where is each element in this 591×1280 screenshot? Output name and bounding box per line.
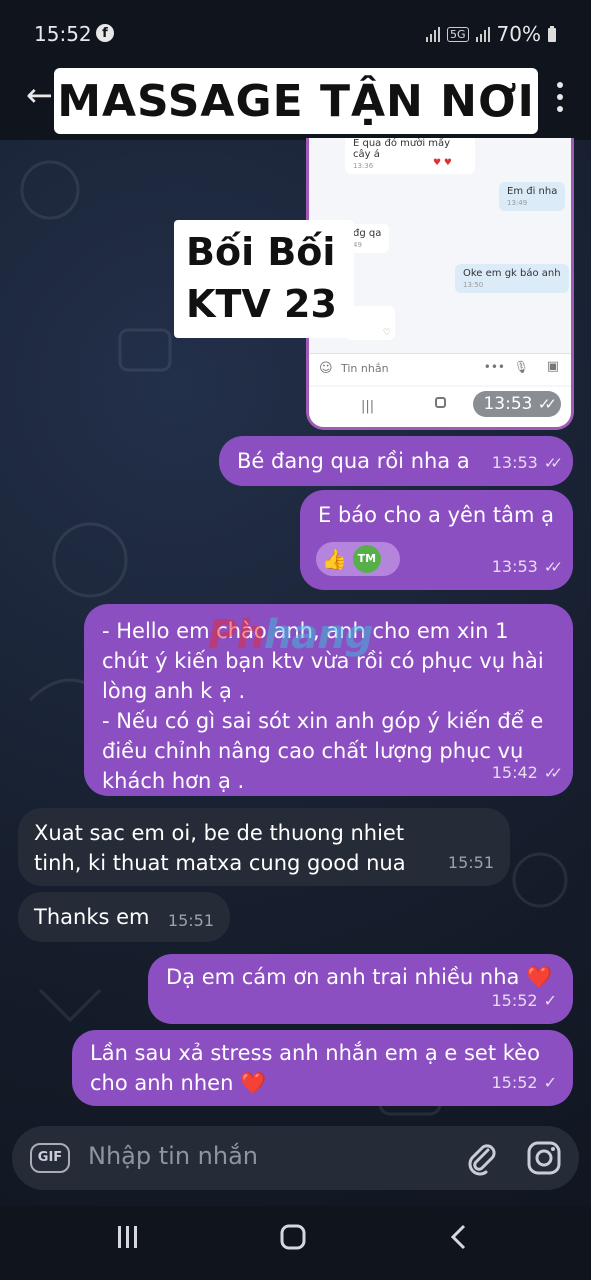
system-nav-bar [0, 1206, 591, 1280]
shot-home-icon [435, 397, 446, 408]
heart-reactions: ♥ ♥ [433, 158, 452, 168]
status-indicators: 5G 70% [425, 22, 557, 46]
message-outgoing[interactable]: Bé đang qua rồi nha a 13:53 ✓✓ [219, 436, 573, 486]
sent-tick-icon: ✓ [543, 1073, 557, 1092]
reaction-bar[interactable]: 👍 TM [316, 542, 400, 576]
message-outgoing[interactable]: E báo cho a yên tâm ạ 👍 TM 13:53 ✓✓ [300, 490, 573, 590]
signal-icon-2 [475, 27, 490, 42]
chat-header: ← MASSAGE TẬN NƠI [0, 68, 591, 140]
attach-icon[interactable] [464, 1140, 498, 1176]
read-ticks-icon: ✓✓ [543, 454, 563, 472]
back-icon[interactable] [450, 1224, 468, 1250]
message-outgoing[interactable]: Dạ em cám ơn anh trai nhiều nha ❤️ 15:52… [148, 954, 573, 1024]
gif-button[interactable]: GIF [30, 1143, 70, 1173]
message-incoming[interactable]: Xuat sac em oi, be de thuong nhiet tinh,… [18, 808, 510, 886]
reactor-avatar: TM [352, 545, 381, 573]
home-icon[interactable] [280, 1224, 306, 1250]
title-overlay: MASSAGE TẬN NƠI [54, 68, 538, 134]
shot-mic-icon: 🎙 [513, 360, 529, 374]
shot-input: ☺ Tin nhắn ••• 🎙 ▣ [309, 353, 571, 385]
shot-emoji-icon: ☺ [319, 361, 333, 376]
battery-icon [548, 26, 556, 42]
shot-recents-icon: ||| [361, 399, 375, 414]
network-label: 5G [447, 26, 469, 42]
shot-message: Oke em gk báo anh 13:50 [455, 264, 569, 293]
shot-more-icon: ••• [483, 360, 505, 374]
read-ticks-icon: ✓✓ [543, 764, 563, 782]
page-title: MASSAGE TẬN NƠI [57, 75, 535, 127]
message-input-bar: GIF Nhập tin nhắn [12, 1126, 579, 1190]
message-incoming[interactable]: Thanks em 15:51 [18, 892, 230, 942]
shot-message: Em đi nha 13:49 [499, 182, 566, 211]
status-time: 15:52 [34, 22, 92, 46]
thumbs-up-icon: 👍 [322, 547, 347, 571]
read-ticks-icon: ✓✓ [543, 558, 563, 576]
more-icon[interactable] [557, 82, 565, 112]
battery-level: 70% [496, 22, 541, 46]
watermark: Phhang [208, 612, 373, 658]
shot-message: E qua đó mười mấy cây á 13:36 [345, 138, 475, 174]
ktv-label: Bối Bối KTV 23 [174, 220, 354, 338]
instagram-icon[interactable] [526, 1140, 562, 1176]
shot-timestamp: 13:53 ✓✓ [473, 391, 561, 417]
shot-image-icon: ▣ [546, 359, 559, 374]
read-ticks-icon: ✓✓ [537, 395, 557, 413]
signal-icon [426, 27, 441, 42]
back-arrow-icon[interactable]: ← [26, 76, 53, 114]
sent-tick-icon: ✓ [543, 991, 557, 1010]
facebook-icon: f [96, 24, 114, 42]
recents-icon[interactable] [116, 1224, 140, 1250]
message-input[interactable]: Nhập tin nhắn [88, 1142, 258, 1170]
status-bar: 15:52 f 5G 70% [0, 0, 591, 68]
message-outgoing[interactable]: Lần sau xả stress anh nhắn em ạ e set kè… [72, 1030, 573, 1106]
